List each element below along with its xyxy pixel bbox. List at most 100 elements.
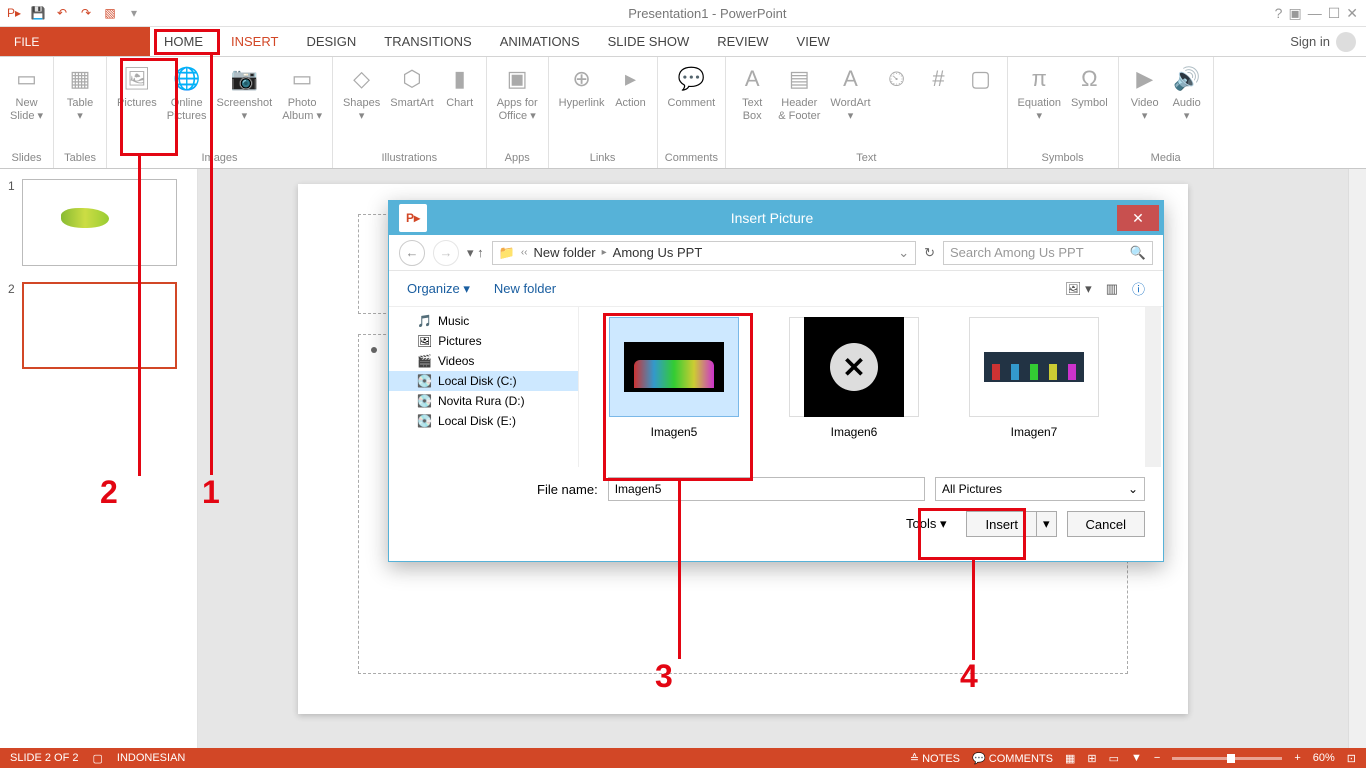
file-list[interactable]: Imagen5✕Imagen6Imagen7	[579, 307, 1163, 467]
text-box-button[interactable]: AText Box	[732, 61, 772, 125]
folder-icon: 📁	[499, 245, 515, 261]
save-icon[interactable]: 💾	[30, 5, 46, 21]
zoom-slider[interactable]	[1172, 757, 1282, 760]
hyperlink-button[interactable]: ⊕Hyperlink	[555, 61, 609, 112]
filename-label: File name:	[537, 482, 598, 497]
view-slideshow-icon[interactable]: ▼	[1131, 752, 1142, 764]
view-mode-button[interactable]: 🖼 ▾	[1065, 281, 1092, 297]
tree-item[interactable]: 💽Local Disk (E:)	[389, 411, 578, 431]
slide-num-button[interactable]: #	[919, 61, 959, 99]
dialog-title: Insert Picture	[427, 210, 1117, 226]
help-button[interactable]: ⓘ	[1132, 279, 1145, 298]
tab-slideshow[interactable]: SLIDE SHOW	[594, 27, 704, 56]
ribbon: ▭New Slide ▾Slides▦Table ▾Tables🖼Picture…	[0, 57, 1366, 169]
tab-home[interactable]: HOME	[150, 27, 217, 56]
tab-file[interactable]: FILE	[0, 27, 150, 56]
breadcrumb[interactable]: 📁 ‹‹ New folder ▸ Among Us PPT ⌄	[492, 241, 916, 265]
fit-window-icon[interactable]: ⊡	[1347, 752, 1356, 765]
thumb-1[interactable]: 1	[8, 179, 189, 266]
date-time-button[interactable]: ⏲	[877, 61, 917, 99]
vertical-scrollbar[interactable]	[1348, 169, 1366, 748]
up-button[interactable]: ▾ ↑	[467, 245, 484, 261]
smartart-button[interactable]: ⬡SmartArt	[386, 61, 437, 112]
tools-button[interactable]: Tools ▾	[906, 516, 947, 532]
undo-icon[interactable]: ↶	[54, 5, 70, 21]
view-reading-icon[interactable]: ▭	[1109, 752, 1119, 765]
preview-pane-button[interactable]: ▥	[1106, 281, 1118, 297]
shapes-button[interactable]: ◇Shapes ▾	[339, 61, 384, 125]
chart-button[interactable]: ▮Chart	[440, 61, 480, 112]
filetype-filter[interactable]: All Pictures⌄	[935, 477, 1145, 501]
tree-item[interactable]: 🎵Music	[389, 311, 578, 331]
tree-item[interactable]: 🖼Pictures	[389, 331, 578, 351]
zoom-level[interactable]: 60%	[1313, 752, 1335, 764]
minimize-icon[interactable]: —	[1308, 5, 1322, 22]
header-footer-button[interactable]: ▤Header & Footer	[774, 61, 824, 125]
qat-more-icon[interactable]: ▾	[126, 5, 142, 21]
hyperlink-icon: ⊕	[566, 63, 598, 95]
comment-button[interactable]: 💬Comment	[664, 61, 720, 112]
video-button[interactable]: ▶Video ▾	[1125, 61, 1165, 125]
tree-item[interactable]: 💽Novita Rura (D:)	[389, 391, 578, 411]
pictures-button[interactable]: 🖼Pictures	[113, 61, 161, 112]
tab-design[interactable]: DESIGN	[292, 27, 370, 56]
dialog-body: 🎵Music🖼Pictures🎬Videos💽Local Disk (C:)💽N…	[389, 307, 1163, 467]
apps-office-button[interactable]: ▣Apps for Office ▾	[493, 61, 542, 125]
equation-icon: π	[1023, 63, 1055, 95]
comment-icon: 💬	[675, 63, 707, 95]
signin-link[interactable]: Sign in	[1280, 27, 1366, 56]
zoom-in-icon[interactable]: +	[1294, 752, 1300, 764]
newfolder-button[interactable]: New folder	[494, 281, 556, 296]
thumb-2[interactable]: 2	[8, 282, 189, 369]
insert-button[interactable]: Insert▾	[966, 511, 1056, 537]
maximize-icon[interactable]: ☐	[1328, 5, 1341, 22]
equation-button[interactable]: πEquation ▾	[1014, 61, 1065, 125]
online-pictures-button[interactable]: 🌐Online Pictures	[163, 61, 211, 125]
new-slide-icon: ▭	[11, 63, 43, 95]
search-input[interactable]: Search Among Us PPT 🔍	[943, 241, 1153, 265]
organize-button[interactable]: Organize ▾	[407, 281, 470, 297]
view-normal-icon[interactable]: ▦	[1065, 752, 1075, 765]
photo-album-button[interactable]: ▭Photo Album ▾	[278, 61, 326, 125]
view-sorter-icon[interactable]: ⊞	[1087, 752, 1096, 765]
action-button[interactable]: ▸Action	[611, 61, 651, 112]
file-item[interactable]: Imagen5	[599, 317, 749, 457]
zoom-out-icon[interactable]: −	[1154, 752, 1160, 764]
tree-item[interactable]: 💽Local Disk (C:)	[389, 371, 578, 391]
quick-access-toolbar: P▸ 💾 ↶ ↷ ▧ ▾	[0, 5, 148, 21]
object-button[interactable]: ▢	[961, 61, 1001, 99]
tab-review[interactable]: REVIEW	[703, 27, 782, 56]
tab-insert[interactable]: INSERT	[217, 27, 292, 56]
file-item[interactable]: ✕Imagen6	[779, 317, 929, 457]
tab-transitions[interactable]: TRANSITIONS	[370, 27, 485, 56]
new-slide-button[interactable]: ▭New Slide ▾	[6, 61, 47, 125]
dialog-close-button[interactable]: ✕	[1117, 205, 1159, 231]
wordart-button[interactable]: AWordArt ▾	[826, 61, 874, 125]
status-lang[interactable]: INDONESIAN	[117, 752, 185, 764]
refresh-button[interactable]: ↻	[924, 245, 935, 261]
cancel-button[interactable]: Cancel	[1067, 511, 1145, 537]
audio-button[interactable]: 🔊Audio ▾	[1167, 61, 1207, 125]
close-icon[interactable]: ✕	[1346, 5, 1358, 22]
tree-item[interactable]: 🎬Videos	[389, 351, 578, 371]
forward-button[interactable]: →	[433, 240, 459, 266]
table-button[interactable]: ▦Table ▾	[60, 61, 100, 125]
help-icon[interactable]: ?	[1275, 5, 1283, 22]
tab-animations[interactable]: ANIMATIONS	[486, 27, 594, 56]
notes-button[interactable]: ≙ NOTES	[910, 752, 960, 765]
tab-view[interactable]: VIEW	[783, 27, 844, 56]
ribbon-options-icon[interactable]: ▣	[1288, 5, 1301, 22]
status-lang-icon[interactable]: ▢	[92, 752, 102, 765]
slideshow-icon[interactable]: ▧	[102, 5, 118, 21]
back-button[interactable]: ←	[399, 240, 425, 266]
folder-tree[interactable]: 🎵Music🖼Pictures🎬Videos💽Local Disk (C:)💽N…	[389, 307, 579, 467]
filename-input[interactable]	[608, 477, 925, 501]
redo-icon[interactable]: ↷	[78, 5, 94, 21]
file-item[interactable]: Imagen7	[959, 317, 1109, 457]
dialog-app-icon: P▸	[399, 204, 427, 232]
symbol-button[interactable]: ΩSymbol	[1067, 61, 1112, 112]
screenshot-button[interactable]: 📷Screenshot ▾	[213, 61, 277, 125]
status-bar: SLIDE 2 OF 2 ▢ INDONESIAN ≙ NOTES 💬 COMM…	[0, 748, 1366, 768]
comments-button[interactable]: 💬 COMMENTS	[972, 752, 1053, 765]
symbol-icon: Ω	[1073, 63, 1105, 95]
